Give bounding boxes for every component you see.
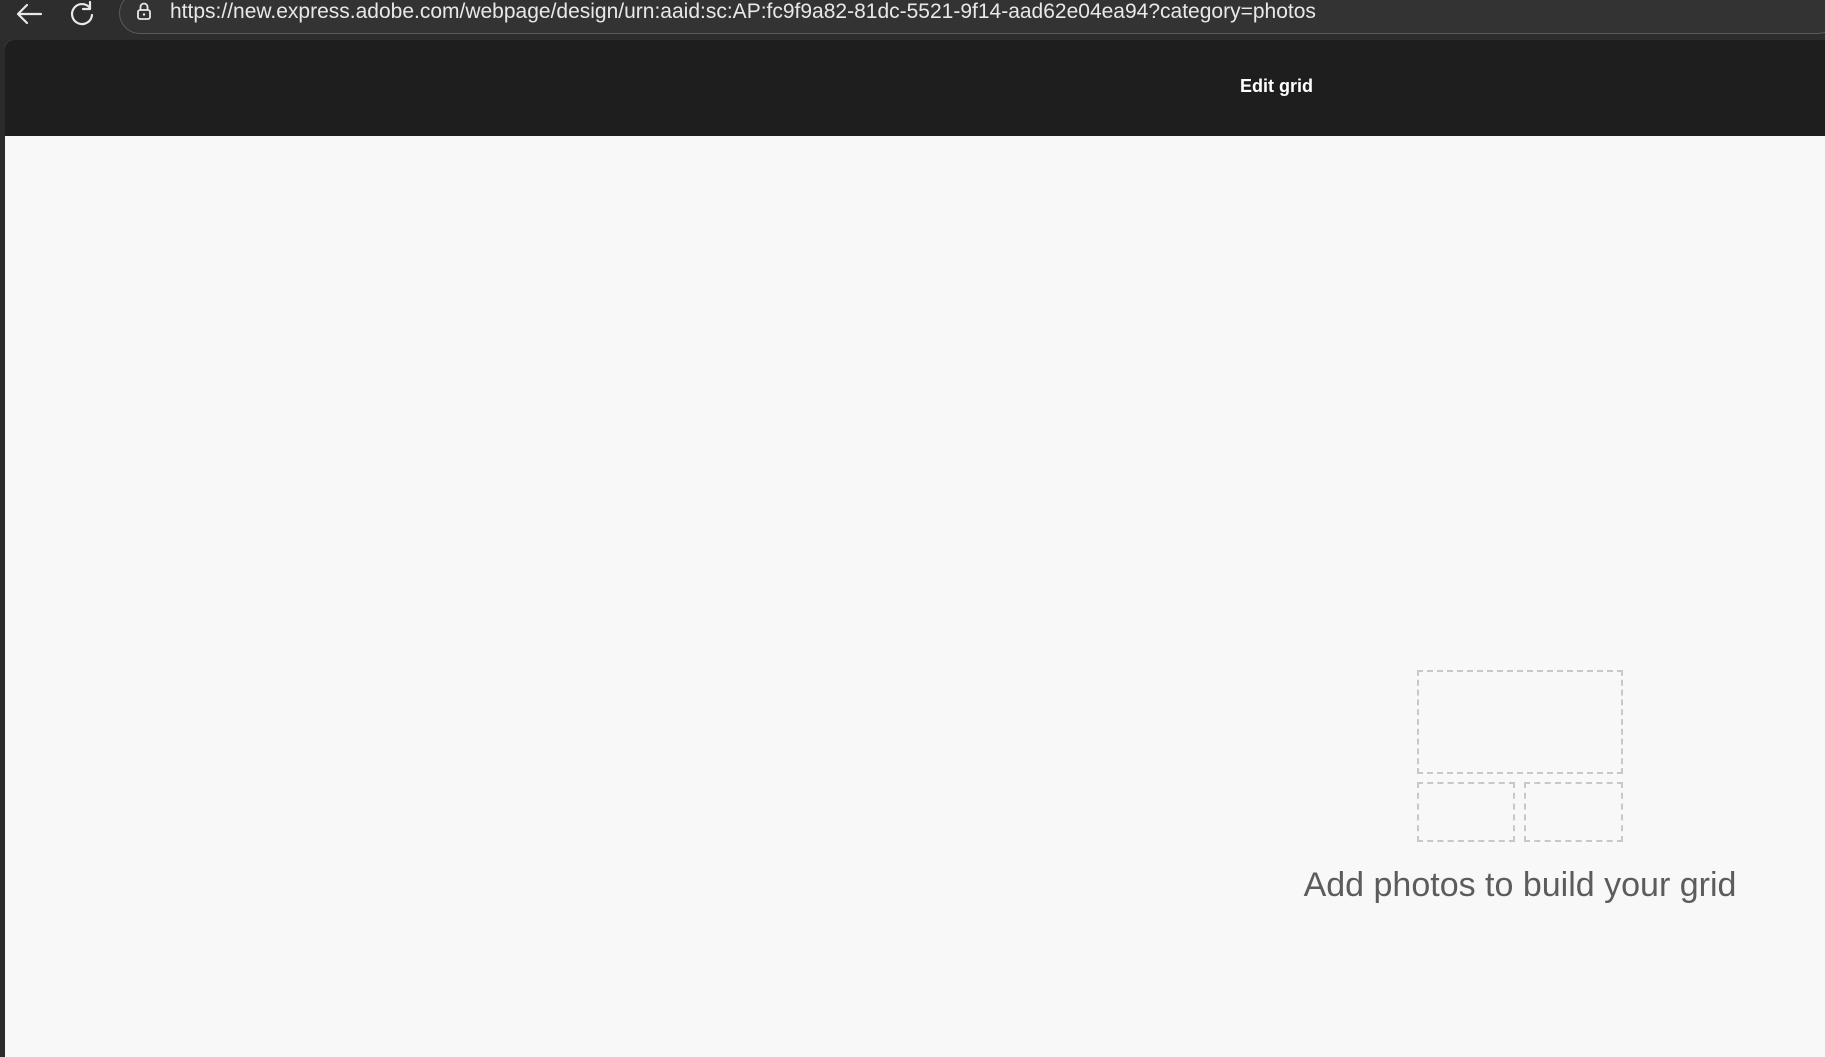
back-button[interactable] [9, 0, 49, 28]
canvas-area[interactable]: Add photos to build your grid [5, 136, 1825, 1057]
page-title: Edit grid [1240, 76, 1313, 96]
app-header: Edit grid [5, 40, 1825, 136]
url-text[interactable]: https://new.express.adobe.com/webpage/de… [170, 0, 1316, 24]
reload-button[interactable] [62, 0, 102, 28]
reload-icon [70, 0, 94, 26]
address-bar[interactable]: https://new.express.adobe.com/webpage/de… [119, 0, 1825, 34]
grid-placeholder-cell-bottom-left [1417, 782, 1515, 842]
app-window: Edit grid Add photos to build your grid [5, 40, 1825, 1057]
photo-grid-placeholder-icon [1417, 670, 1623, 842]
lock-icon[interactable] [134, 1, 154, 21]
arrow-left-icon [16, 3, 43, 25]
empty-state-message: Add photos to build your grid [1303, 866, 1737, 904]
grid-placeholder-cell-bottom-right [1524, 782, 1623, 842]
browser-toolbar: https://new.express.adobe.com/webpage/de… [0, 0, 1825, 40]
grid-placeholder-cell-top [1417, 670, 1623, 774]
